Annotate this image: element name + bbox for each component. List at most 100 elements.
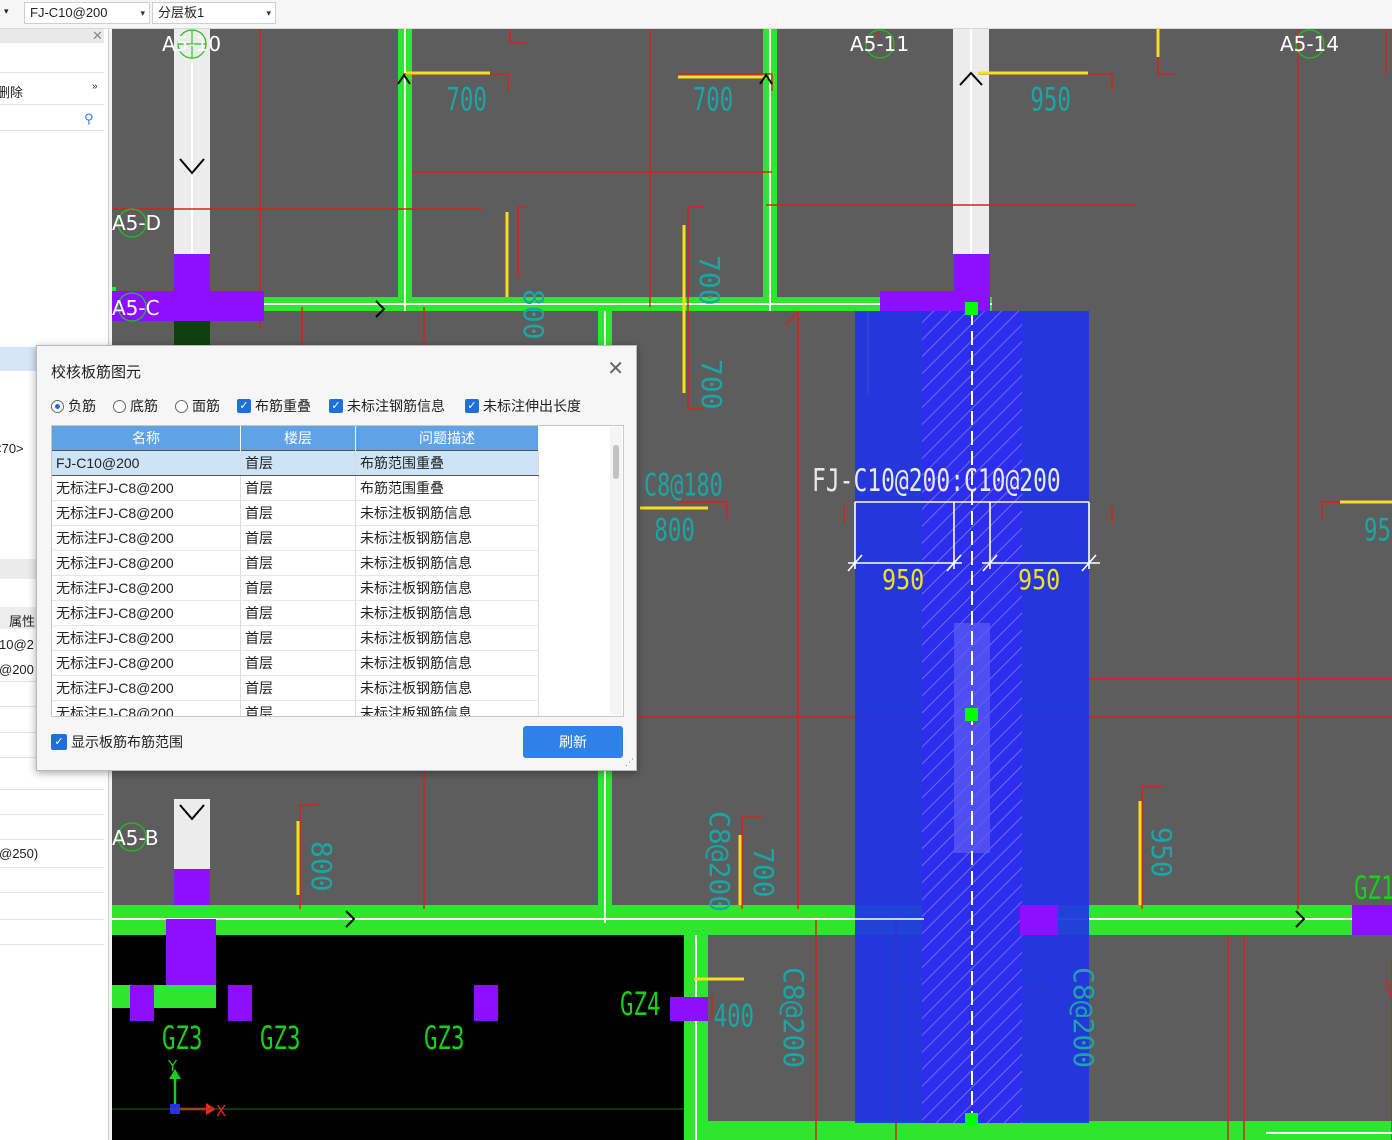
cell-description: 未标注板钢筋信息	[355, 675, 539, 701]
checkbox-overlap[interactable]: ✓ 布筋重叠	[237, 396, 311, 416]
property-value: @250)	[0, 846, 39, 861]
checkmark-icon: ✓	[237, 399, 251, 413]
column-header-floor[interactable]: 楼层	[240, 426, 356, 451]
rebar-label-c8-200: C8@200	[777, 967, 810, 1068]
cell-name: 无标注FJ-C8@200	[52, 550, 241, 576]
checkbox-unmarked-extension[interactable]: ✓ 未标注伸出长度	[465, 396, 581, 416]
close-icon[interactable]: ✕	[92, 29, 103, 44]
table-row[interactable]: 无标注FJ-C8@200 首层 未标注板钢筋信息	[52, 600, 539, 626]
axis-label-a5-b: A5-B	[112, 826, 159, 850]
cell-name: 无标注FJ-C8@200	[52, 675, 241, 701]
radio-selected-icon	[51, 399, 64, 413]
extension-length-left: 950	[882, 563, 924, 595]
dim-text: 700	[446, 80, 486, 118]
cell-description: 未标注板钢筋信息	[355, 700, 539, 716]
table-row[interactable]: 无标注FJ-C8@200 首层 未标注板钢筋信息	[52, 625, 539, 651]
cell-floor: 首层	[240, 675, 356, 701]
cell-description: 未标注板钢筋信息	[355, 525, 539, 551]
tree-item[interactable]: <70>	[0, 441, 24, 456]
cell-name: 无标注FJ-C8@200	[52, 525, 241, 551]
column-label-gz3: GZ3	[260, 1019, 300, 1057]
axis-letter-x: X	[216, 1102, 226, 1120]
resize-grip-icon[interactable]: ⋰	[625, 757, 634, 768]
dialog-title: 校核板筋图元	[51, 364, 142, 381]
cell-name: 无标注FJ-C8@200	[52, 625, 241, 651]
property-value: @200	[0, 662, 34, 677]
axis-label-a5-11: A5-11	[850, 32, 909, 56]
chevron-down-icon: ▾	[140, 8, 145, 18]
table-header: 名称 楼层 问题描述	[52, 426, 539, 451]
property-header: 属性	[9, 614, 36, 629]
dim-text: 800	[517, 289, 550, 340]
table-row[interactable]: 无标注FJ-C8@200 首层 未标注板钢筋信息	[52, 550, 539, 576]
layer-select[interactable]: 分层板1 ▾	[152, 2, 276, 24]
column-header-description[interactable]: 问题描述	[355, 426, 539, 451]
radio-top-rebar[interactable]: 面筋	[175, 396, 220, 416]
cell-description: 未标注板钢筋信息	[355, 575, 539, 601]
close-icon[interactable]: ✕	[607, 356, 624, 381]
checkmark-icon: ✓	[329, 399, 343, 413]
cell-floor: 首层	[240, 700, 356, 716]
radio-bottom-rebar[interactable]: 底筋	[113, 396, 158, 416]
checkbox-show-range[interactable]: ✓ 显示板筋布筋范围	[51, 732, 183, 752]
table-row[interactable]: 无标注FJ-C8@200 首层 未标注板钢筋信息	[52, 700, 539, 716]
table-row[interactable]: FJ-C10@200 首层 布筋范围重叠	[52, 450, 539, 476]
axis-label-a5-10: A5-10	[162, 32, 221, 56]
vertical-scrollbar[interactable]	[610, 427, 622, 715]
cell-description: 未标注板钢筋信息	[355, 650, 539, 676]
cell-description: 未标注板钢筋信息	[355, 625, 539, 651]
dim-text: 700	[695, 359, 728, 410]
dim-text: 95	[1364, 513, 1391, 548]
table-row[interactable]: 无标注FJ-C8@200 首层 布筋范围重叠	[52, 475, 539, 501]
search-icon[interactable]: ⚲	[84, 111, 94, 127]
expand-icon[interactable]: »	[92, 81, 98, 92]
checkmark-icon: ✓	[465, 399, 479, 413]
dropdown-arrow-icon[interactable]: ▾	[4, 6, 9, 17]
dim-text: 700	[693, 80, 733, 118]
axis-label-a5-c: A5-C	[112, 296, 160, 320]
cell-name: 无标注FJ-C8@200	[52, 700, 241, 716]
column-header-name[interactable]: 名称	[52, 426, 241, 451]
radio-negative-rebar[interactable]: 负筋	[51, 396, 96, 416]
axis-label-a5-d: A5-D	[112, 211, 161, 235]
dim-text: 400	[714, 999, 754, 1034]
rebar-name-value: FJ-C10@200	[30, 5, 108, 20]
radio-label: 底筋	[130, 398, 158, 414]
dim-text: 950	[1145, 827, 1178, 878]
checkbox-label: 显示板筋布筋范围	[71, 734, 183, 750]
chevron-down-icon: ▾	[266, 8, 271, 18]
radio-label: 面筋	[192, 398, 220, 414]
panel-header	[0, 29, 104, 43]
table-row[interactable]: 无标注FJ-C8@200 首层 未标注板钢筋信息	[52, 500, 539, 526]
cell-name: 无标注FJ-C8@200	[52, 600, 241, 626]
checkbox-unmarked-info[interactable]: ✓ 未标注钢筋信息	[329, 396, 445, 416]
column-label-gz1: GZ1	[1354, 869, 1392, 907]
cell-floor: 首层	[240, 525, 356, 551]
cell-name: 无标注FJ-C8@200	[52, 500, 241, 526]
scrollbar-thumb[interactable]	[613, 445, 619, 479]
radio-label: 负筋	[68, 398, 96, 414]
layer-value: 分层板1	[158, 5, 205, 20]
rebar-name-select[interactable]: FJ-C10@200 ▾	[24, 2, 150, 24]
cell-description: 布筋范围重叠	[355, 450, 539, 476]
table-row[interactable]: 无标注FJ-C8@200 首层 未标注板钢筋信息	[52, 525, 539, 551]
rebar-label-c8-180: C8@180	[644, 468, 723, 504]
problem-table[interactable]: 名称 楼层 问题描述 FJ-C10@200 首层 布筋范围重叠 无标注FJ-C8@20…	[51, 425, 624, 717]
cell-floor: 首层	[240, 575, 356, 601]
cell-floor: 首层	[240, 550, 356, 576]
table-row[interactable]: 无标注FJ-C8@200 首层 未标注板钢筋信息	[52, 675, 539, 701]
cell-description: 布筋范围重叠	[355, 475, 539, 501]
checkbox-label: 未标注钢筋信息	[347, 398, 445, 414]
cell-floor: 首层	[240, 650, 356, 676]
delete-button[interactable]: 删除	[0, 82, 23, 101]
cell-name: 无标注FJ-C8@200	[52, 575, 241, 601]
table-row[interactable]: 无标注FJ-C8@200 首层 未标注板钢筋信息	[52, 575, 539, 601]
extension-length-right: 950	[1018, 563, 1060, 595]
dim-text: 800	[654, 513, 694, 548]
cell-name: 无标注FJ-C8@200	[52, 475, 241, 501]
dim-text: 700	[747, 847, 780, 898]
table-row[interactable]: 无标注FJ-C8@200 首层 未标注板钢筋信息	[52, 650, 539, 676]
rebar-main-label: FJ-C10@200:C10@200	[812, 464, 1061, 499]
refresh-button[interactable]: 刷新	[523, 726, 623, 758]
dim-text: 800	[305, 841, 338, 892]
